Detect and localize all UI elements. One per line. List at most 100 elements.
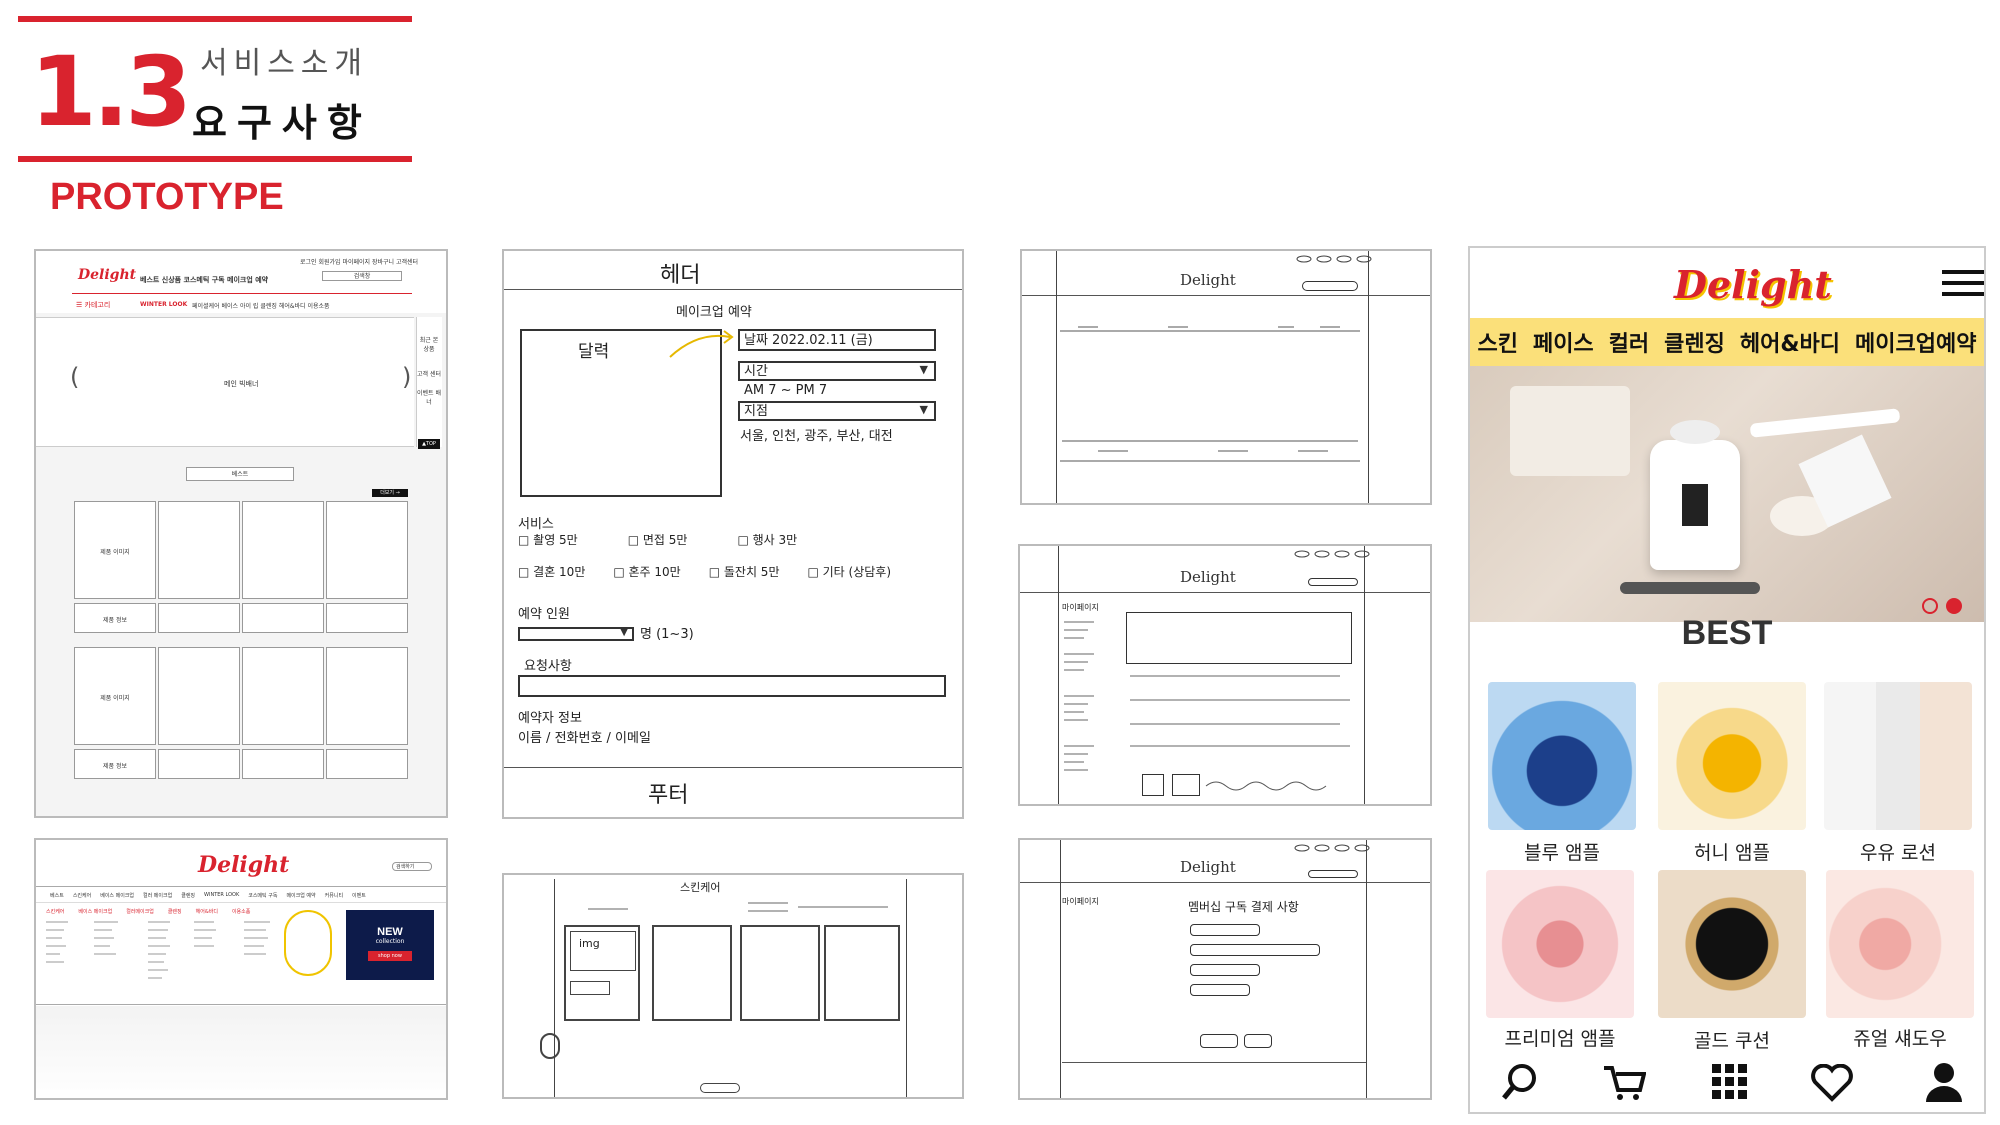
wf-product-image[interactable] [326, 647, 408, 745]
sk-product-card[interactable] [652, 925, 732, 1021]
sk-search-input[interactable] [1308, 870, 1358, 878]
product-image-jewel-shadow[interactable] [1826, 870, 1974, 1018]
sk-date-field[interactable]: 날짜 2022.02.11 (금) [738, 329, 936, 351]
wf-product-image[interactable] [242, 501, 324, 599]
sk-search-input[interactable] [1302, 281, 1358, 291]
sk-service-option[interactable]: □ 결혼 10만 [518, 563, 585, 580]
wf-product-image[interactable] [326, 501, 408, 599]
carousel-dot[interactable] [1922, 598, 1938, 614]
sk-right-edge [1364, 546, 1365, 804]
sk-logo: Delight [1180, 271, 1236, 289]
sk-product-card[interactable] [824, 925, 900, 1021]
heart-icon[interactable] [1810, 1064, 1854, 1102]
sk-service-option[interactable]: □ 돌잔치 5만 [709, 563, 780, 580]
wf-product-image[interactable] [242, 647, 324, 745]
wf-subnav-first[interactable]: WINTER LOOK [140, 301, 187, 308]
sk-request-input[interactable] [518, 675, 946, 697]
search-icon[interactable] [1500, 1062, 1540, 1102]
menu-nav-item[interactable]: 스킨케어 [73, 892, 91, 899]
product-name[interactable]: 블루 앰플 [1482, 838, 1642, 865]
sk-product-card[interactable] [740, 925, 820, 1021]
menu-nav-item[interactable]: 커뮤니티 [325, 892, 343, 899]
product-image-premium-ampoule[interactable] [1486, 870, 1634, 1018]
menu-wf-search-input[interactable]: 검색하기 [392, 862, 432, 871]
user-icon[interactable] [1924, 1062, 1964, 1102]
menu-column-head[interactable]: 컬러메이크업 [126, 908, 154, 915]
banner-prev-icon[interactable]: ( [70, 363, 79, 391]
wf-side-recent[interactable]: 최근 본 상품 [417, 317, 441, 353]
wf-category-button[interactable]: ☰ 카테고리 [76, 300, 110, 310]
wf-product-image[interactable]: 제품 이미지 [74, 501, 156, 599]
menu-column-head[interactable]: 베이스 메이크업 [78, 908, 112, 915]
menu-column-head[interactable]: 스킨케어 [46, 908, 64, 915]
banner-next-icon[interactable]: ) [402, 363, 411, 391]
hamburger-menu-icon[interactable] [1942, 270, 1984, 300]
sk-product-card[interactable]: img [564, 925, 640, 1021]
sk-field[interactable] [1190, 984, 1250, 996]
menu-nav-item[interactable]: 코스메틱 구독 [248, 892, 277, 899]
sk-field[interactable] [1190, 964, 1260, 976]
sk-service-option[interactable]: □ 기타 (상담후) [807, 563, 891, 580]
wf-product-image[interactable] [158, 647, 240, 745]
sk-scroll-icon[interactable] [540, 1033, 560, 1059]
menu-column-head[interactable]: 클렌징 [168, 908, 182, 915]
wf-nav: 베스트 신상품 코스메틱 구독 메이크업 예약 [140, 276, 269, 284]
mobile-category-tab[interactable]: 클렌징 [1664, 326, 1725, 358]
mobile-category-tab[interactable]: 컬러 [1609, 326, 1649, 358]
wf-top-button[interactable]: ▲TOP [418, 439, 440, 449]
product-name[interactable]: 쥬얼 섀도우 [1820, 1024, 1980, 1051]
wf-side-event[interactable]: 이벤트 배너 [417, 378, 441, 406]
product-name[interactable]: 골드 쿠션 [1652, 1026, 1812, 1053]
wf-search-input[interactable]: 검색창 [322, 271, 402, 281]
sk-service-option[interactable]: □ 혼주 10만 [613, 563, 680, 580]
mobile-logo[interactable]: Delight [1674, 262, 1832, 307]
wf-more-button[interactable]: 더보기 → [372, 489, 408, 497]
wf-side-cs[interactable]: 고객 센터 [417, 353, 441, 378]
subscription-sketch: Delight 마이페이지 멤버십 구독 결제 사항 [1018, 838, 1432, 1100]
menu-column-head[interactable]: 헤어&바디 [196, 908, 218, 915]
menu-nav-item[interactable]: 메이크업 예약 [286, 892, 315, 899]
sk-time-select[interactable]: 시간 ▼ [738, 361, 936, 381]
sk-branch-select[interactable]: 지점 ▼ [738, 401, 936, 421]
sk-service-option[interactable]: □ 면접 5만 [628, 531, 688, 548]
wf-product-image[interactable]: 제품 이미지 [74, 647, 156, 745]
product-name[interactable]: 허니 앰플 [1652, 838, 1812, 865]
sk-services-row2: □ 결혼 10만 □ 혼주 10만 □ 돌잔치 5만 □ 기타 (상담후) [518, 563, 891, 580]
sk-thumb[interactable] [1142, 774, 1164, 796]
mobile-hero-banner[interactable] [1470, 366, 1984, 622]
product-name[interactable]: 우유 로션 [1818, 838, 1978, 865]
cart-icon[interactable] [1602, 1062, 1646, 1102]
sk-thumb[interactable] [1172, 774, 1200, 796]
grid-icon[interactable] [1712, 1064, 1748, 1100]
menu-nav-item[interactable]: 컬러 메이크업 [143, 892, 172, 899]
wf-product-info: 제품 정보 [74, 749, 156, 779]
sk-logo: Delight [1180, 568, 1236, 586]
carousel-dot-active[interactable] [1946, 598, 1962, 614]
menu-nav-item[interactable]: WINTER LOOK [204, 892, 239, 899]
product-image-milk-lotion[interactable] [1824, 682, 1972, 830]
product-image-honey-ampoule[interactable] [1658, 682, 1806, 830]
menu-nav-item[interactable]: 클렌징 [181, 892, 195, 899]
menu-column-head[interactable]: 이용소품 [232, 908, 250, 915]
mobile-category-tab[interactable]: 메이크업예약 [1855, 326, 1976, 358]
product-image-blue-ampoule[interactable] [1488, 682, 1636, 830]
promo-shop-button[interactable]: shop now [368, 951, 412, 961]
menu-nav-item[interactable]: 베이스 메이크업 [100, 892, 134, 899]
sk-people-select[interactable]: ▼ [518, 627, 634, 641]
mobile-category-tab[interactable]: 스킨 [1477, 326, 1517, 358]
mobile-category-tab[interactable]: 헤어&바디 [1740, 326, 1840, 358]
wf-product-image[interactable] [158, 501, 240, 599]
menu-nav-item[interactable]: 이벤트 [352, 892, 366, 899]
sk-field[interactable] [1190, 924, 1260, 936]
product-name[interactable]: 프리미엄 앰플 [1480, 1024, 1640, 1051]
sk-service-option[interactable]: □ 행사 3만 [737, 531, 797, 548]
sk-service-option[interactable]: □ 촬영 5만 [518, 531, 578, 548]
product-image-gold-cushion[interactable] [1658, 870, 1806, 1018]
sk-pagination[interactable] [700, 1083, 740, 1093]
sk-submit-button[interactable] [1200, 1034, 1238, 1048]
sk-cancel-button[interactable] [1244, 1034, 1272, 1048]
mobile-category-tab[interactable]: 페이스 [1533, 326, 1594, 358]
sk-field[interactable] [1190, 944, 1320, 956]
sk-search-input[interactable] [1308, 578, 1358, 586]
menu-nav-item[interactable]: 베스트 [50, 892, 64, 899]
